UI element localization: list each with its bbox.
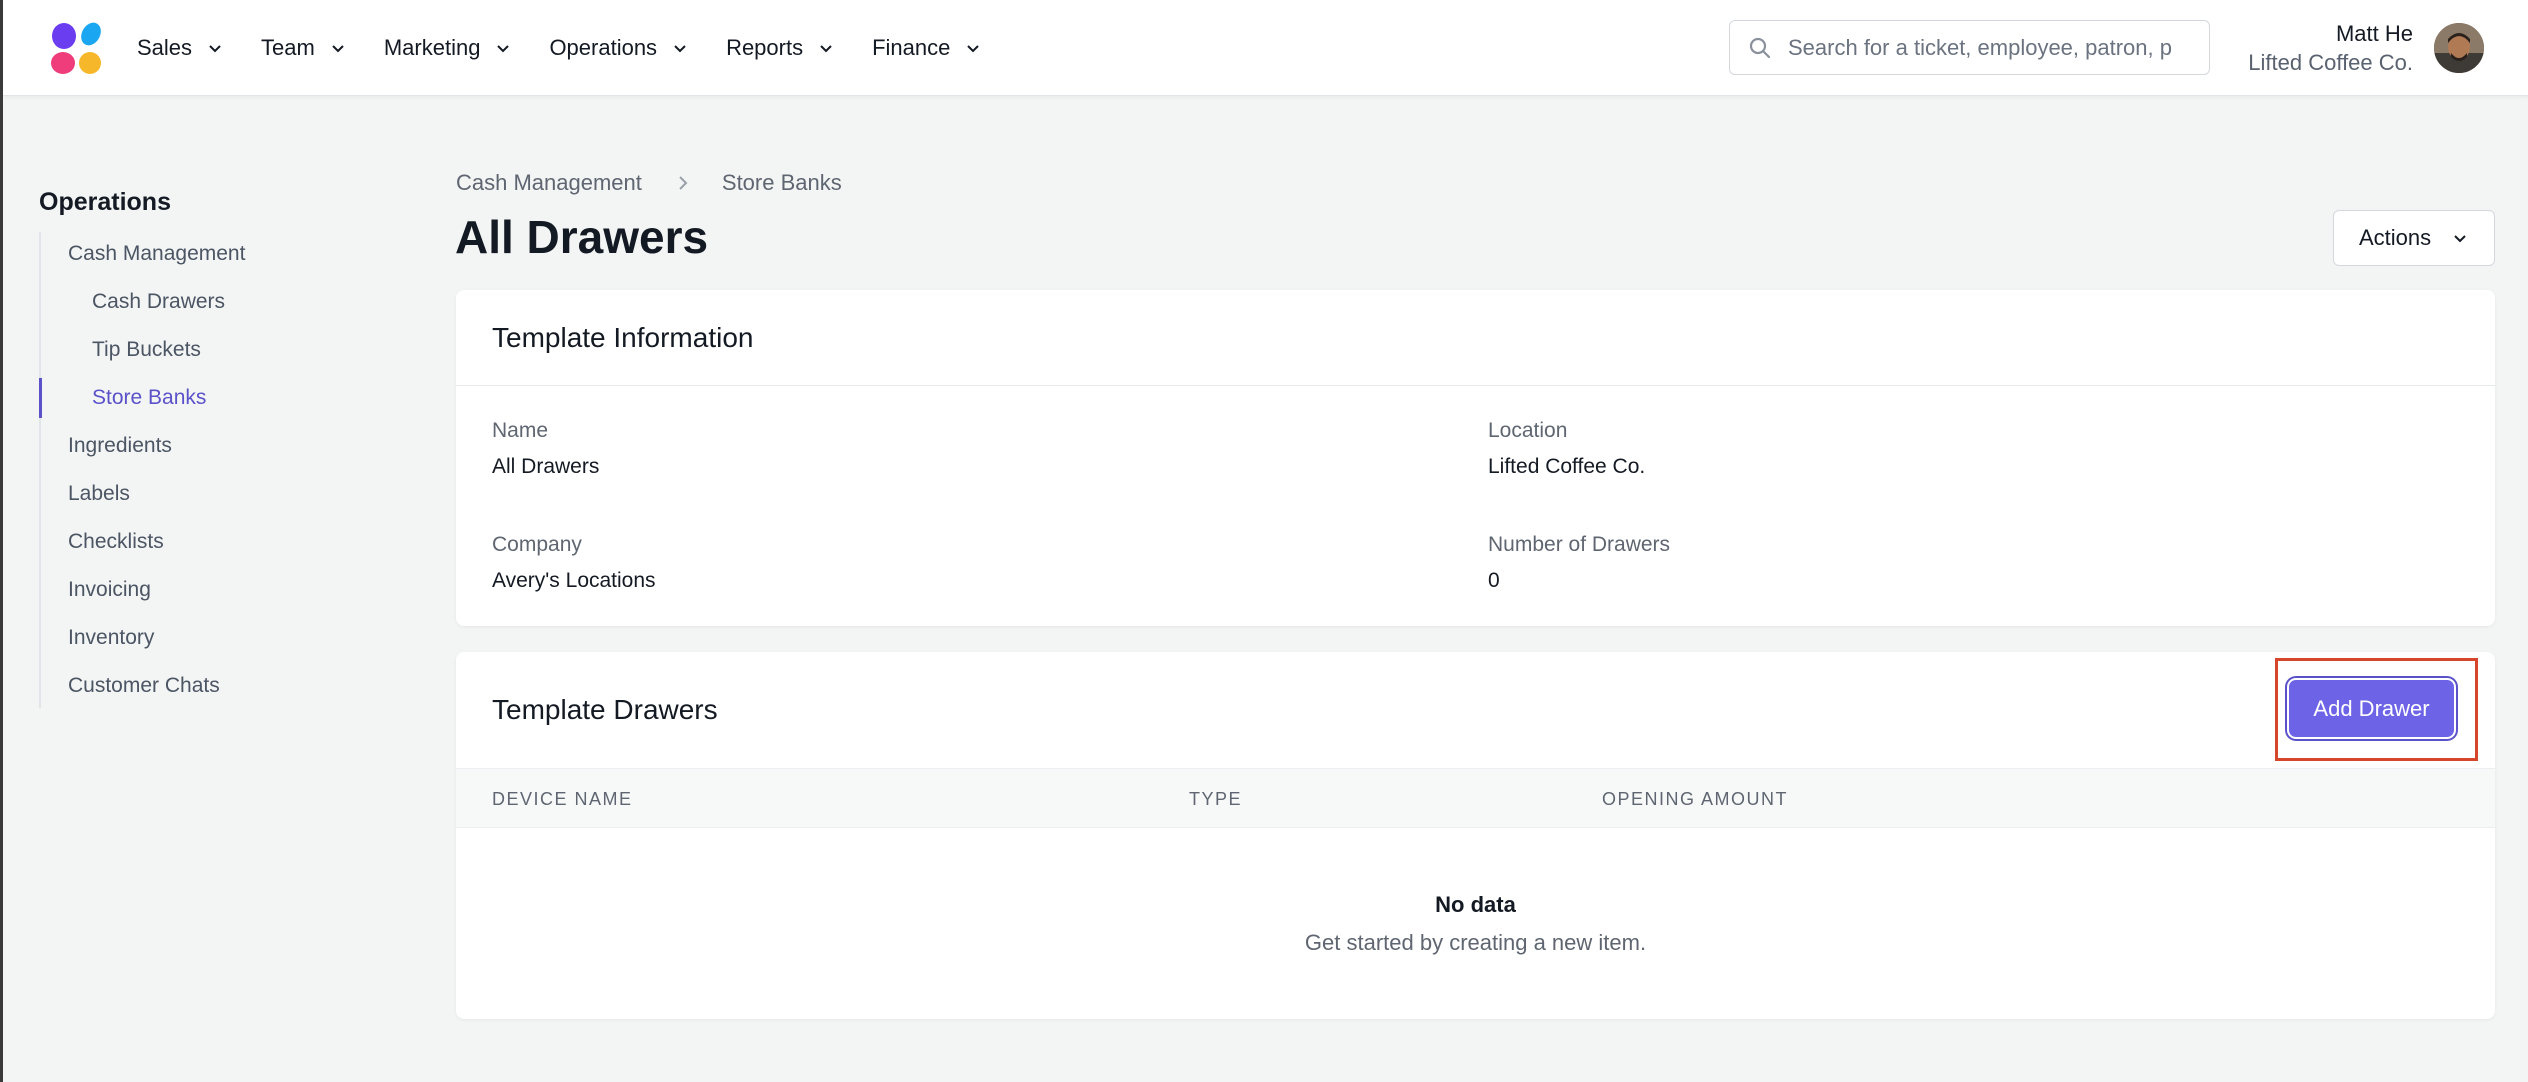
sidebar-item-invoicing[interactable]: Invoicing — [68, 578, 151, 602]
nav-label: Team — [261, 35, 315, 60]
field-value: All Drawers — [492, 455, 600, 478]
chevron-down-icon — [332, 45, 344, 53]
chevron-down-icon — [497, 45, 510, 53]
field-value: 0 — [1488, 569, 1500, 592]
nav-sales[interactable]: Sales — [137, 35, 223, 61]
top-navigation-bar: Sales Team Marketing Operations Reports … — [3, 0, 2528, 96]
field-label: Number of Drawers — [1488, 533, 1671, 556]
sidebar-item-cash-drawers[interactable]: Cash Drawers — [92, 290, 225, 314]
actions-dropdown-button[interactable]: Actions — [2333, 210, 2495, 266]
app-logo-icon[interactable] — [49, 21, 105, 77]
field-label: Location — [1488, 419, 1568, 442]
sidebar-item-ingredients[interactable]: Ingredients — [68, 434, 172, 458]
sidebar-item-customer-chats[interactable]: Customer Chats — [68, 674, 220, 698]
user-organization: Lifted Coffee Co. — [2248, 50, 2413, 75]
nav-label: Operations — [549, 35, 658, 60]
breadcrumb-parent[interactable]: Cash Management — [456, 170, 642, 196]
nav-reports[interactable]: Reports — [726, 35, 834, 61]
nav-label: Reports — [726, 35, 804, 60]
field-label: Company — [492, 533, 582, 556]
nav-finance[interactable]: Finance — [872, 35, 981, 61]
empty-state-subtitle: Get started by creating a new item. — [1304, 930, 1647, 955]
nav-label: Finance — [872, 35, 951, 60]
chevron-down-icon — [2454, 235, 2466, 243]
sidebar-item-checklists[interactable]: Checklists — [68, 530, 164, 554]
chevron-down-icon — [209, 45, 221, 53]
table-header: DEVICE NAME TYPE OPENING AMOUNT — [456, 768, 2495, 828]
sidebar-item-tip-buckets[interactable]: Tip Buckets — [92, 338, 201, 362]
template-drawers-card: Template Drawers Add Drawer DEVICE NAME … — [456, 652, 2495, 1019]
sidebar-item-store-banks[interactable]: Store Banks — [92, 386, 206, 410]
search-icon — [1749, 37, 1771, 58]
sidebar-title: Operations — [39, 188, 171, 216]
card-title: Template Drawers — [492, 694, 718, 725]
nav-label: Sales — [137, 35, 193, 60]
page-title: All Drawers — [455, 211, 709, 263]
user-avatar-icon — [2434, 23, 2484, 73]
field-number-of-drawers: Number of Drawers 0 — [1488, 532, 1670, 594]
sidebar-item-cash-management[interactable]: Cash Management — [68, 242, 245, 266]
sidebar-item-labels[interactable]: Labels — [68, 482, 130, 506]
column-header-type[interactable]: TYPE — [1189, 769, 1242, 829]
empty-state: No data Get started by creating a new it… — [456, 892, 2495, 956]
search-input[interactable] — [1788, 34, 2188, 61]
field-label: Name — [492, 419, 549, 442]
active-indicator — [39, 378, 42, 418]
nav-marketing[interactable]: Marketing — [384, 35, 512, 61]
global-search — [1729, 20, 2210, 75]
column-header-device-name[interactable]: DEVICE NAME — [492, 769, 633, 829]
avatar[interactable] — [2434, 23, 2484, 73]
nav-team[interactable]: Team — [261, 35, 346, 61]
nav-label: Marketing — [383, 35, 481, 60]
user-name: Matt He — [2335, 21, 2413, 46]
empty-state-title: No data — [1435, 892, 1516, 917]
breadcrumb: Cash Management Store Banks — [456, 170, 842, 196]
chevron-right-icon — [679, 176, 688, 190]
chevron-down-icon — [967, 45, 980, 53]
chevron-down-icon — [820, 45, 832, 53]
nav-operations[interactable]: Operations — [549, 35, 688, 61]
card-header: Template Information — [456, 290, 2495, 386]
column-header-opening-amount[interactable]: OPENING AMOUNT — [1602, 769, 1788, 829]
main-nav: Sales Team Marketing Operations Reports … — [137, 0, 1019, 96]
chevron-down-icon — [674, 45, 686, 53]
field-location: Location Lifted Coffee Co. — [1488, 418, 1645, 480]
user-info[interactable]: Matt He Lifted Coffee Co. — [2248, 20, 2413, 78]
template-information-card: Template Information Name All Drawers Lo… — [456, 290, 2495, 626]
field-company: Company Avery's Locations — [492, 532, 656, 594]
card-header: Template Drawers — [456, 652, 2495, 768]
sidebar-nav: Cash Management Cash Drawers Tip Buckets… — [39, 232, 299, 708]
add-drawer-button[interactable]: Add Drawer — [2289, 680, 2454, 737]
card-title: Template Information — [492, 321, 754, 353]
field-value: Avery's Locations — [492, 569, 656, 592]
field-name: Name All Drawers — [492, 418, 599, 480]
actions-label: Actions — [2359, 225, 2432, 250]
sidebar-item-inventory[interactable]: Inventory — [68, 626, 154, 650]
breadcrumb-current[interactable]: Store Banks — [722, 170, 842, 196]
field-value: Lifted Coffee Co. — [1488, 455, 1646, 478]
